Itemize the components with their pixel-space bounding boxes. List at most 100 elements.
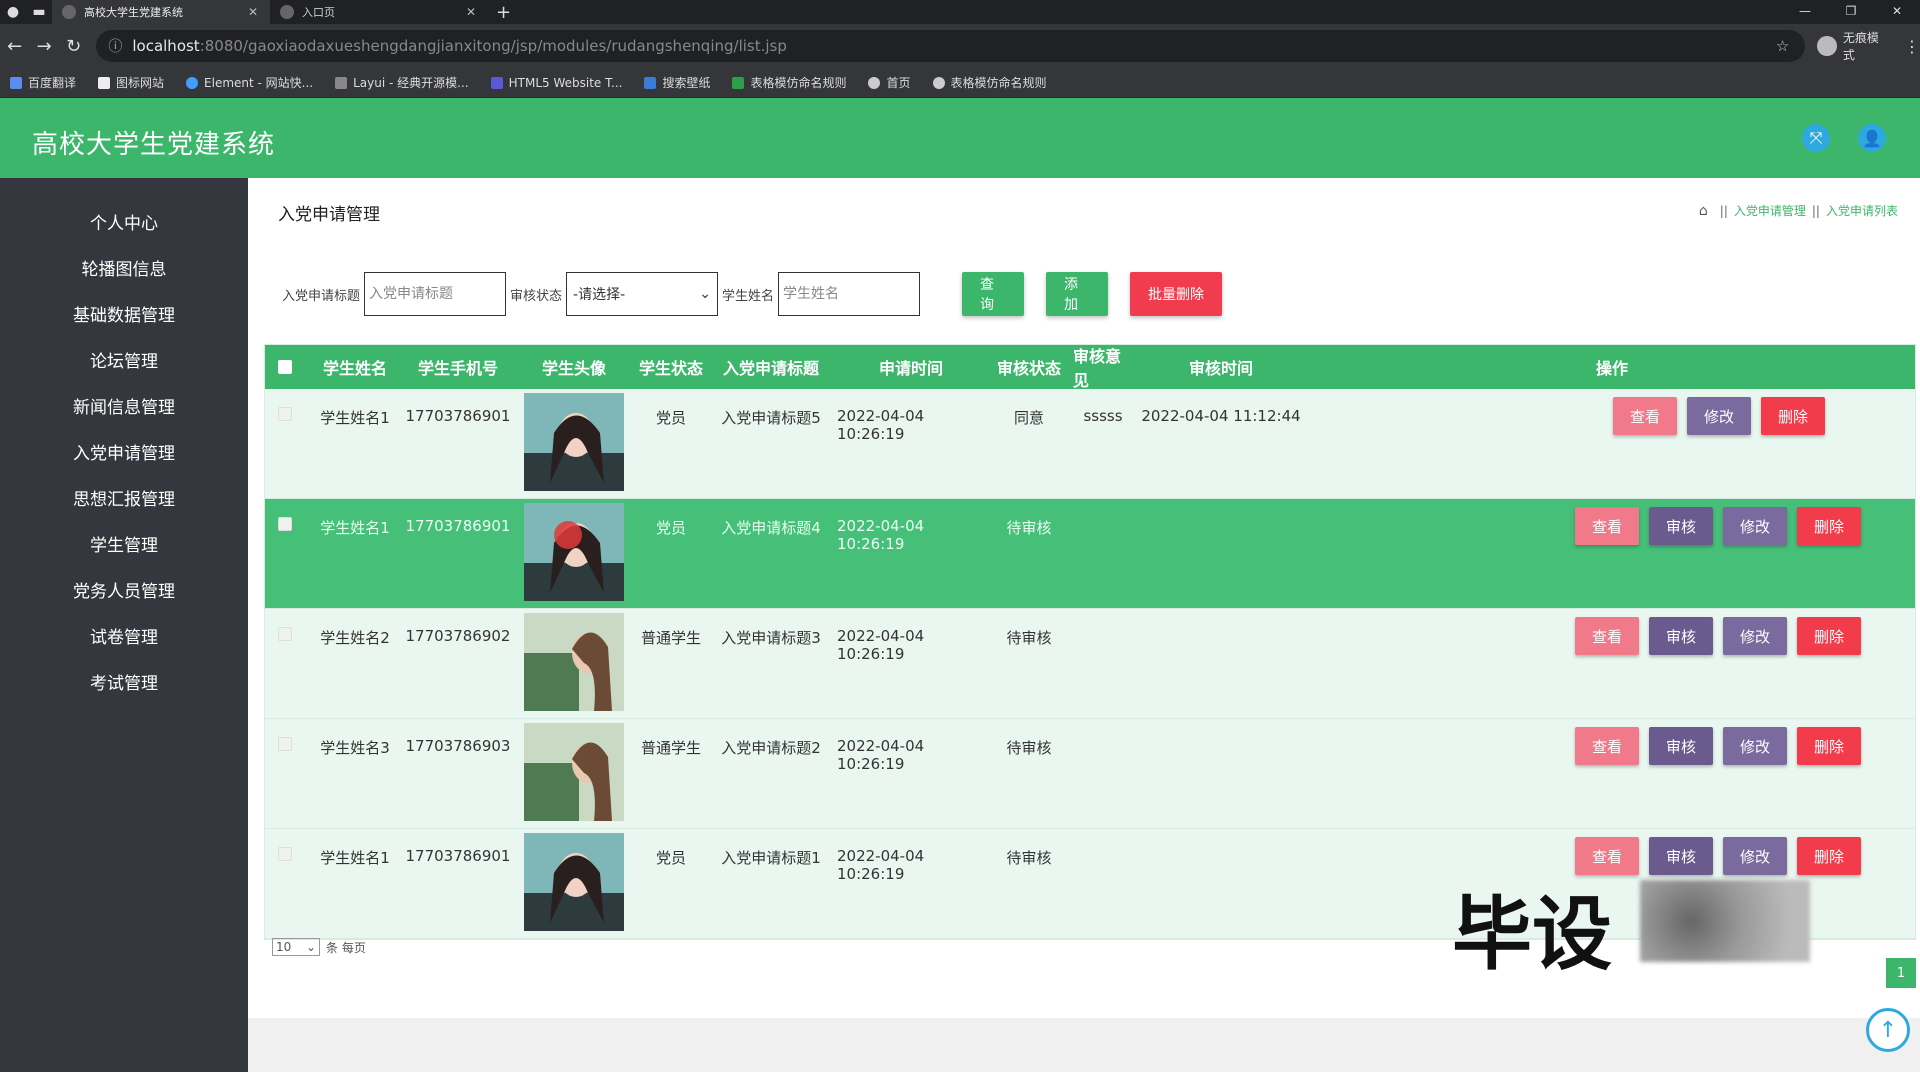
student-name: 学生姓名1 — [320, 409, 390, 427]
close-tab-icon[interactable]: ✕ — [248, 5, 258, 19]
view-button[interactable]: 查看 — [1575, 617, 1639, 655]
forward-icon[interactable]: → — [29, 36, 58, 57]
bookmark-item[interactable]: 图标网站 — [98, 74, 164, 91]
audit-button[interactable]: 审核 — [1649, 617, 1713, 655]
title-filter-label: 入党申请标题 — [282, 288, 361, 304]
browser-tab-active[interactable]: 高校大学生党建系统 ✕ — [52, 0, 270, 24]
table-row[interactable]: 学生姓名3 17703786903 普通学生 入党申请标题2 2022-04-0… — [265, 719, 1915, 829]
browser-menu-icon[interactable]: ⋮ — [1904, 37, 1920, 56]
application-title: 入党申请标题1 — [721, 849, 821, 867]
audit-button[interactable]: 审核 — [1649, 727, 1713, 765]
bookmark-item[interactable]: 百度翻译 — [10, 74, 76, 91]
table-row[interactable]: 学生姓名2 17703786902 普通学生 入党申请标题3 2022-04-0… — [265, 609, 1915, 719]
audit-button[interactable]: 审核 — [1649, 837, 1713, 875]
row-actions: 查看 审核 修改 删除 — [1309, 609, 1915, 718]
chevron-down-icon: ⌄ — [699, 286, 712, 302]
sidebar-item-students[interactable]: 学生管理 — [0, 520, 248, 566]
delete-button[interactable]: 删除 — [1797, 507, 1861, 545]
fullscreen-icon[interactable]: ⤧ — [1802, 124, 1830, 152]
bookmarks-bar: 百度翻译 图标网站 Element - 网站快... Layui - 经典开源模… — [0, 68, 1920, 98]
application-title: 入党申请标题4 — [721, 519, 821, 537]
new-tab-icon[interactable]: + — [496, 2, 511, 23]
edit-button[interactable]: 修改 — [1687, 397, 1751, 435]
bookmark-item[interactable]: Layui - 经典开源模... — [335, 74, 469, 91]
delete-button[interactable]: 删除 — [1797, 837, 1861, 875]
title-filter-input[interactable] — [364, 272, 507, 316]
home-icon[interactable]: ⌂ — [1699, 203, 1708, 219]
sidebar-item-news[interactable]: 新闻信息管理 — [0, 382, 248, 428]
status-filter-select[interactable]: -请选择- ⌄ — [566, 272, 719, 316]
row-checkbox[interactable] — [278, 847, 292, 861]
close-window-icon[interactable]: ✕ — [1874, 0, 1920, 24]
bookmark-item[interactable]: Element - 网站快... — [186, 74, 313, 91]
edit-button[interactable]: 修改 — [1723, 507, 1787, 545]
close-tab-icon[interactable]: ✕ — [466, 5, 476, 19]
table-row[interactable]: 学生姓名1 17703786901 党员 入党申请标题5 2022-04-04 … — [265, 389, 1915, 499]
edit-button[interactable]: 修改 — [1723, 837, 1787, 875]
audit-button[interactable]: 审核 — [1649, 507, 1713, 545]
edit-button[interactable]: 修改 — [1723, 727, 1787, 765]
column-header: 入党申请标题 — [722, 359, 819, 378]
table-row[interactable]: 学生姓名1 17703786901 党员 入党申请标题4 2022-04-04 … — [265, 499, 1915, 609]
sidebar-item-party-staff[interactable]: 党务人员管理 — [0, 566, 248, 612]
sidebar-item-forum[interactable]: 论坛管理 — [0, 336, 248, 382]
row-checkbox[interactable] — [278, 517, 292, 531]
per-page-label: 条 每页 — [326, 940, 366, 955]
reload-icon[interactable]: ↻ — [59, 36, 88, 57]
restore-icon[interactable]: ❐ — [1828, 0, 1874, 24]
name-filter-input[interactable] — [778, 272, 921, 316]
row-checkbox[interactable] — [278, 627, 292, 641]
minimize-icon[interactable]: — — [1782, 0, 1828, 24]
status-filter-label: 审核状态 — [510, 288, 563, 304]
view-button[interactable]: 查看 — [1575, 507, 1639, 545]
audit-time — [1133, 609, 1309, 718]
sidebar-item-basic-data[interactable]: 基础数据管理 — [0, 290, 248, 336]
profile-chip[interactable]: 无痕模式 — [1817, 29, 1890, 63]
bookmark-item[interactable]: 搜索壁纸 — [644, 74, 710, 91]
breadcrumb-item[interactable]: 入党申请管理 — [1734, 202, 1806, 219]
bookmark-item[interactable]: 首页 — [868, 74, 911, 91]
column-header: 审核时间 — [1188, 359, 1253, 378]
sidebar-item-papers[interactable]: 试卷管理 — [0, 612, 248, 658]
delete-button[interactable]: 删除 — [1797, 727, 1861, 765]
back-icon[interactable]: ← — [0, 36, 29, 57]
bookmark-item[interactable]: HTML5 Website T... — [490, 76, 622, 90]
student-avatar — [511, 389, 637, 498]
delete-button[interactable]: 删除 — [1761, 397, 1825, 435]
student-status: 普通学生 — [640, 739, 701, 757]
edit-button[interactable]: 修改 — [1723, 617, 1787, 655]
batch-delete-button[interactable]: 批量删除 — [1130, 272, 1223, 316]
tab-title: 入口页 — [302, 6, 335, 19]
student-phone: 17703786902 — [405, 627, 511, 645]
user-icon[interactable]: 👤 — [1858, 124, 1886, 152]
bookmark-icon — [490, 76, 503, 89]
watermark-text: 毕设 — [1452, 888, 1612, 981]
bookmark-item[interactable]: 表格模仿命名规则 — [932, 74, 1047, 91]
row-checkbox[interactable] — [278, 737, 292, 751]
sidebar-item-carousel[interactable]: 轮播图信息 — [0, 244, 248, 290]
back-to-top-icon[interactable]: ↑ — [1866, 1008, 1910, 1052]
query-button[interactable]: 查询 — [962, 272, 1025, 316]
row-actions: 查看 审核 修改 删除 — [1309, 499, 1915, 608]
bookmark-item[interactable]: 表格模仿命名规则 — [732, 74, 846, 91]
sidebar-item-personal-center[interactable]: 个人中心 — [0, 198, 248, 244]
audit-time — [1133, 829, 1309, 938]
row-checkbox[interactable] — [278, 407, 292, 421]
delete-button[interactable]: 删除 — [1797, 617, 1861, 655]
page-size-select[interactable]: 10 ⌄ — [272, 938, 320, 956]
sidebar-item-party-application[interactable]: 入党申请管理 — [0, 428, 248, 474]
site-info-icon[interactable]: ⓘ — [108, 36, 122, 56]
url-field[interactable]: ⓘ localhost :8080/gaoxiaodaxueshengdangj… — [96, 30, 1806, 62]
select-all-checkbox[interactable] — [278, 360, 292, 374]
page-number-button[interactable]: 1 — [1886, 958, 1916, 988]
column-header: 审核状态 — [996, 359, 1061, 378]
view-button[interactable]: 查看 — [1613, 397, 1677, 435]
table-header: 学生姓名 学生手机号 学生头像 学生状态 入党申请标题 申请时间 审核状态 审核… — [265, 345, 1915, 390]
add-button[interactable]: 添加 — [1046, 272, 1109, 316]
application-title: 入党申请标题3 — [721, 629, 821, 647]
view-button[interactable]: 查看 — [1575, 727, 1639, 765]
bookmark-star-icon[interactable]: ☆ — [1776, 37, 1789, 55]
sidebar-item-thought-report[interactable]: 思想汇报管理 — [0, 474, 248, 520]
browser-tab[interactable]: 入口页 ✕ — [270, 0, 488, 24]
sidebar-item-exams[interactable]: 考试管理 — [0, 658, 248, 704]
